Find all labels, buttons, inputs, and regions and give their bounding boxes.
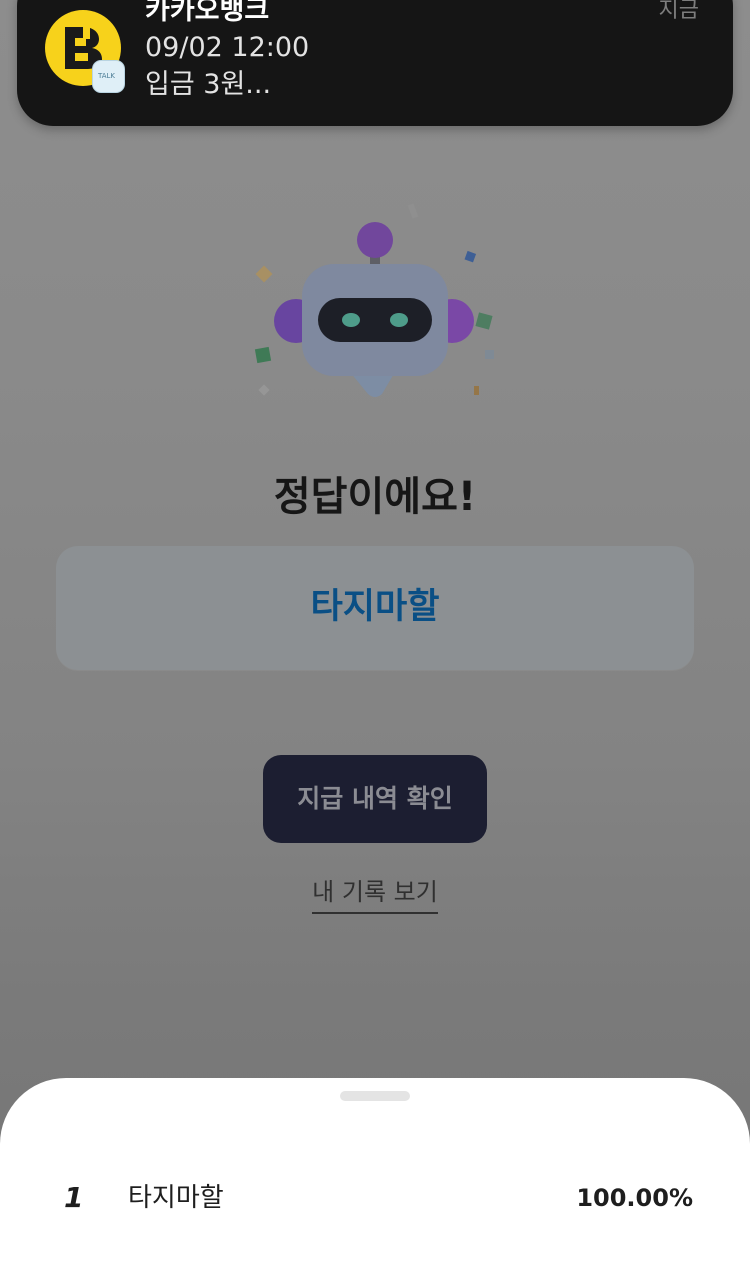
- answer-text: 타지마할: [310, 587, 440, 627]
- sheet-drag-handle[interactable]: [340, 1091, 410, 1101]
- ranking-row: 1 타지마할 100.00%: [0, 1176, 750, 1220]
- ranking-bottom-sheet: 1 타지마할 100.00%: [0, 1078, 750, 1287]
- notification-app-name: 카카오뱅크: [145, 0, 270, 26]
- result-title: 정답이에요!: [273, 474, 477, 520]
- my-records-link[interactable]: 내 기록 보기: [312, 876, 438, 914]
- notification-message: 입금 3원...: [145, 69, 272, 100]
- talk-badge-text: TALK: [98, 72, 116, 80]
- quiz-result-screen: TALK 카카오뱅크 09/02 12:00 입금 3원... 지금 정답이에요…: [0, 0, 750, 1287]
- rank-number: 1: [64, 1181, 84, 1214]
- rank-score: 100.00%: [576, 1184, 693, 1212]
- notification-datetime: 09/02 12:00: [145, 32, 310, 63]
- robot-celebration-icon: [254, 203, 494, 397]
- push-notification[interactable]: TALK 카카오뱅크 09/02 12:00 입금 3원... 지금: [17, 0, 733, 126]
- notification-time: 지금: [658, 0, 699, 23]
- payout-history-button[interactable]: 지급 내역 확인: [263, 755, 487, 843]
- rank-word: 타지마할: [128, 1183, 224, 1213]
- kakaotalk-icon: TALK: [92, 60, 125, 93]
- answer-card: 타지마할: [56, 546, 694, 670]
- payout-history-label: 지급 내역 확인: [297, 784, 453, 813]
